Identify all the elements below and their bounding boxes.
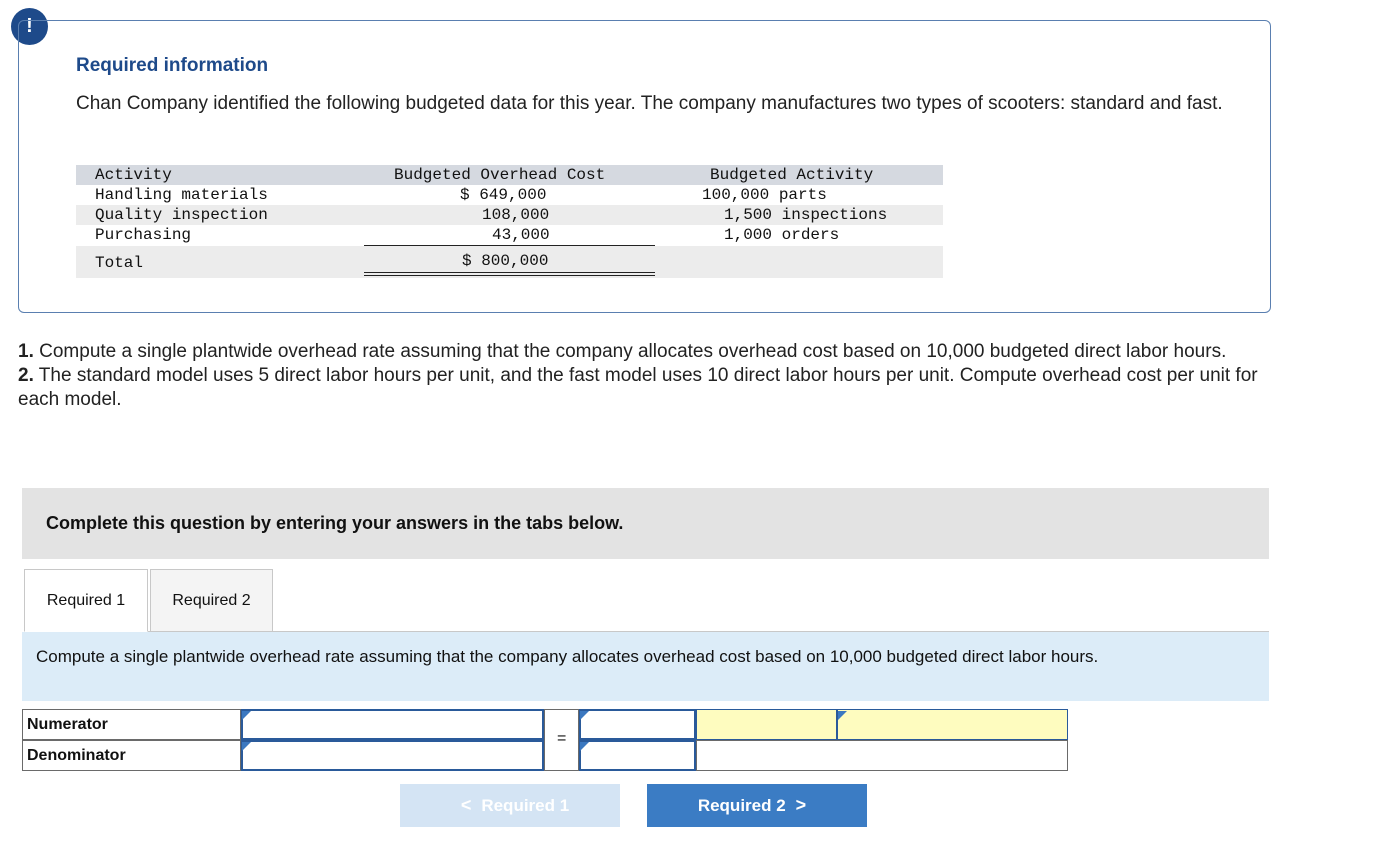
input-marker-icon — [242, 742, 251, 751]
input-marker-icon — [838, 711, 847, 720]
tab-instruction: Compute a single plantwide overhead rate… — [22, 632, 1269, 701]
denominator-input[interactable] — [241, 740, 544, 771]
row-driver: 100,000 parts — [702, 186, 827, 204]
next-button[interactable]: Required 2 > — [647, 784, 867, 827]
total-double-rule-top — [364, 272, 655, 273]
question-1: 1. Compute a single plantwide overhead r… — [18, 341, 1227, 362]
numerator-input[interactable] — [241, 709, 544, 740]
rate-unit-input[interactable] — [837, 709, 1068, 740]
chevron-right-icon: > — [795, 795, 807, 815]
total-cost: $ 800,000 — [462, 252, 549, 270]
row-activity: Quality inspection — [95, 206, 268, 224]
tab-required-2[interactable]: Required 2 — [150, 569, 273, 632]
total-double-rule-bottom — [364, 275, 655, 276]
row-activity: Purchasing — [95, 226, 192, 244]
input-marker-icon — [242, 711, 251, 720]
previous-button[interactable]: < Required 1 — [400, 784, 620, 827]
header-activity: Activity — [95, 166, 172, 184]
question-2: 2. The standard model uses 5 direct labo… — [18, 365, 1258, 410]
result-input[interactable] — [579, 709, 696, 740]
header-overhead-cost: Budgeted Overhead Cost — [394, 166, 606, 184]
header-budgeted-activity: Budgeted Activity — [710, 166, 874, 184]
tab-required-1[interactable]: Required 1 — [24, 569, 148, 632]
questions: 1. Compute a single plantwide overhead r… — [18, 340, 1258, 412]
previous-button-label: Required 1 — [481, 795, 570, 815]
row-cost: $ 649,000 — [460, 186, 547, 204]
budget-table: Activity Budgeted Overhead Cost Budgeted… — [76, 165, 943, 278]
result-lower-cell — [579, 740, 696, 771]
empty-lower-cell — [696, 740, 1068, 771]
input-marker-icon — [580, 711, 589, 720]
numerator-label: Numerator — [22, 709, 241, 740]
result-unit-cell — [696, 709, 837, 740]
subtotal-rule — [364, 245, 655, 246]
denominator-label: Denominator — [22, 740, 241, 771]
row-cost: 43,000 — [492, 226, 550, 244]
total-label: Total — [95, 254, 144, 272]
info-title: Required information — [76, 55, 269, 76]
info-text: Chan Company identified the following bu… — [76, 93, 1223, 114]
row-cost: 108,000 — [482, 206, 550, 224]
chevron-left-icon: < — [460, 795, 472, 815]
equals-sign: = — [557, 730, 567, 747]
row-driver: 1,500 inspections — [724, 206, 888, 224]
input-marker-icon — [580, 742, 589, 751]
row-driver: 1,000 orders — [724, 226, 840, 244]
instructions-banner: Complete this question by entering your … — [22, 488, 1269, 559]
row-activity: Handling materials — [95, 186, 268, 204]
next-button-label: Required 2 — [697, 795, 786, 815]
